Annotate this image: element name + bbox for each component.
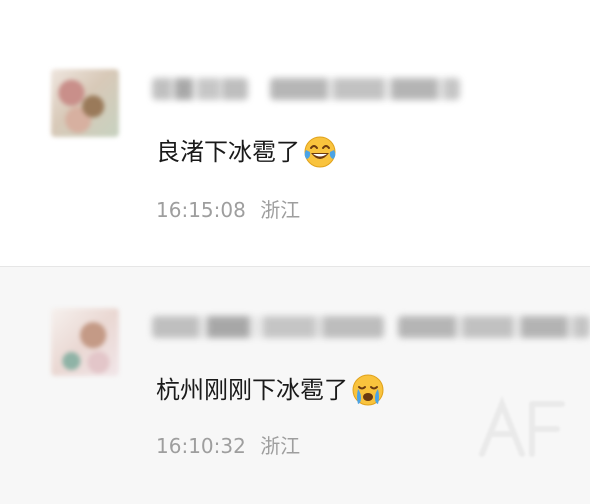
comment-time: 16:10:32 [156, 434, 246, 458]
comment-text: 良渚下冰雹了 [156, 134, 338, 170]
user-info-blurred [270, 78, 460, 100]
comment-meta: 16:15:08 浙江 [156, 197, 300, 223]
loudly-crying-emoji-icon [352, 374, 384, 406]
avatar[interactable] [51, 69, 119, 137]
comment-text-content: 杭州刚刚下冰雹了 [156, 376, 348, 404]
comment-text: 杭州刚刚下冰雹了 [156, 372, 386, 408]
comment-text-content: 良渚下冰雹了 [156, 138, 300, 166]
username-blurred[interactable] [152, 78, 248, 100]
comment-location: 浙江 [260, 198, 301, 222]
user-info-blurred [398, 316, 590, 338]
comment-item: 杭州刚刚下冰雹了 16:10:32 浙江 [0, 267, 590, 504]
watermark-logo [479, 395, 565, 457]
avatar[interactable] [51, 308, 119, 376]
comment-item: 良渚下冰雹了 16:15:08 浙江 [0, 0, 590, 266]
username-blurred[interactable] [152, 316, 384, 338]
tears-of-joy-emoji-icon [304, 136, 336, 168]
comment-time: 16:15:08 [156, 198, 246, 222]
comment-meta: 16:10:32 浙江 [156, 433, 300, 459]
comment-location: 浙江 [260, 434, 301, 458]
